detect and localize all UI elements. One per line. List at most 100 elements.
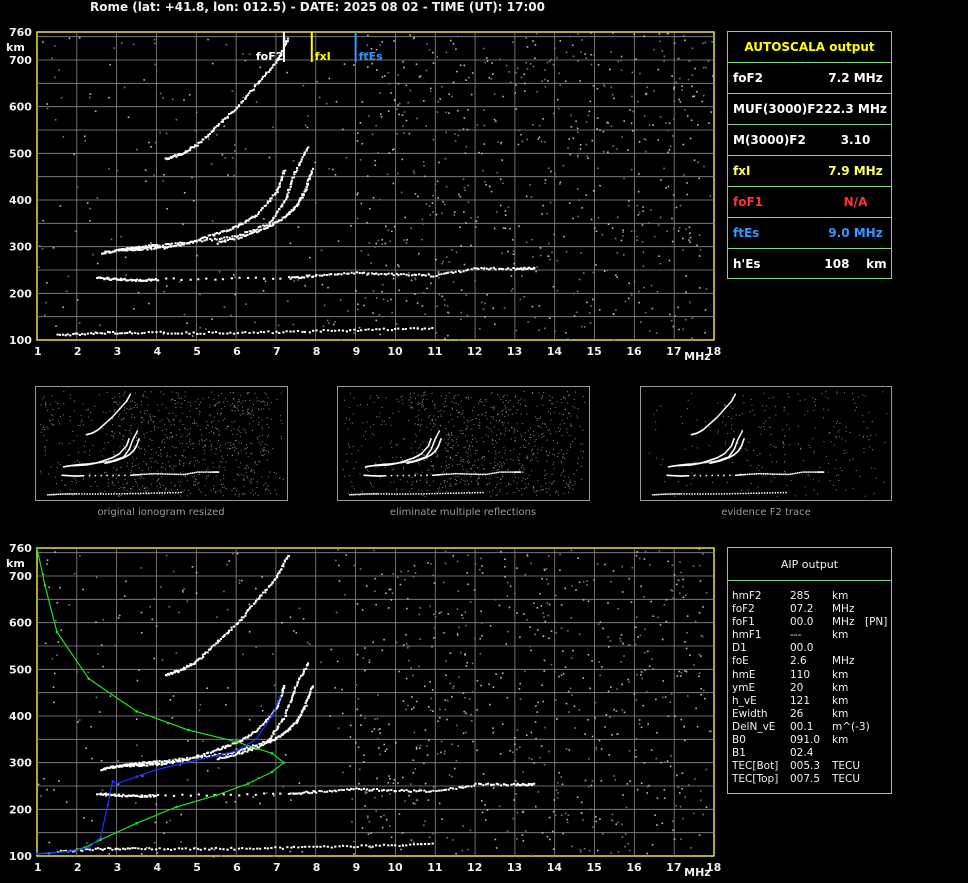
thumb-noise <box>171 424 173 426</box>
noise-dot <box>653 235 656 238</box>
trace-Es2 <box>444 788 447 791</box>
noise-dot <box>693 95 696 98</box>
thumbnail-original <box>35 386 288 501</box>
thumb-noise <box>189 443 191 445</box>
noise-dot <box>463 186 466 189</box>
trace-Es2 <box>490 784 493 787</box>
trace-Es2 <box>197 793 200 796</box>
noise-dot <box>117 760 119 762</box>
trace-Es <box>297 846 300 849</box>
trace-Es <box>126 847 129 850</box>
thumb-trace <box>168 473 171 475</box>
noise-dot <box>559 39 562 42</box>
trace-Es <box>92 333 95 336</box>
noise-dot <box>457 590 459 592</box>
noise-dot <box>239 222 241 224</box>
noise-dot <box>454 140 457 142</box>
trace-Es <box>319 845 322 848</box>
noise-dot <box>523 82 526 85</box>
trace-multiple <box>230 626 233 629</box>
trace-F1 <box>300 158 303 161</box>
noise-dot <box>159 92 162 95</box>
noise-dot <box>337 240 340 242</box>
thumb-trace <box>94 493 96 495</box>
noise-dot <box>575 589 577 591</box>
noise-dot <box>667 715 670 717</box>
noise-dot <box>386 173 389 176</box>
trace-F2x <box>303 707 306 710</box>
noise-dot <box>385 264 388 267</box>
noise-dot <box>600 748 603 750</box>
trace-Es2 <box>402 273 405 276</box>
noise-dot <box>644 628 646 631</box>
trace-F2o <box>249 734 252 737</box>
noise-dot <box>651 307 654 310</box>
trace-Es2 <box>442 789 445 792</box>
noise-dot <box>625 806 628 809</box>
thumb-noise <box>119 432 121 434</box>
noise-dot <box>297 226 300 228</box>
x-tick-label: 3 <box>114 861 122 874</box>
noise-dot <box>356 708 359 711</box>
noise-dot <box>601 833 604 835</box>
noise-dot <box>485 184 488 186</box>
noise-dot <box>521 834 524 836</box>
noise-dot <box>371 62 373 65</box>
noise-dot <box>651 844 654 846</box>
trace-Es <box>124 332 127 335</box>
trace-F1 <box>284 714 288 717</box>
noise-dot <box>481 169 484 172</box>
noise-dot <box>384 750 386 753</box>
noise-dot <box>686 182 688 184</box>
noise-dot <box>537 138 540 140</box>
noise-dot <box>412 772 415 774</box>
thumb-noise <box>352 446 354 448</box>
thumb-noise <box>220 489 222 491</box>
noise-dot <box>255 587 257 590</box>
noise-dot <box>702 606 704 608</box>
thumb-noise <box>85 409 87 411</box>
noise-dot <box>55 619 57 622</box>
thumb-noise <box>464 483 466 485</box>
autoscala-param-value: 9.0 MHz <box>828 226 883 240</box>
thumb-noise <box>233 450 235 452</box>
thumb-noise <box>179 484 181 486</box>
noise-dot <box>379 727 381 730</box>
noise-dot <box>425 203 428 205</box>
trace-Es2 <box>149 795 152 798</box>
noise-dot <box>621 709 624 711</box>
thumb-noise <box>221 455 223 457</box>
noise-dot <box>372 312 374 314</box>
thumb-trace <box>113 493 115 495</box>
thumb-noise <box>217 442 219 444</box>
noise-dot <box>277 324 280 327</box>
noise-dot <box>629 780 632 782</box>
trace-Es2 <box>272 792 275 795</box>
noise-dot <box>512 250 515 252</box>
noise-dot <box>565 51 568 54</box>
trace-F1 <box>258 742 261 745</box>
trace-Es <box>236 332 240 335</box>
thumb-noise <box>218 401 220 403</box>
noise-dot <box>359 568 362 570</box>
thumb-noise <box>259 460 261 462</box>
noise-dot <box>392 782 395 785</box>
noise-dot <box>610 125 613 128</box>
trace-Es2 <box>279 792 282 795</box>
autoscala-title: AUTOSCALA output <box>728 32 891 63</box>
noise-dot <box>481 635 483 637</box>
thumb-noise <box>124 478 126 480</box>
noise-dot <box>263 218 265 220</box>
trace-Es2 <box>214 278 217 281</box>
thumb-noise <box>210 391 212 393</box>
noise-dot <box>372 197 375 199</box>
noise-dot <box>515 108 518 110</box>
thumb-noise <box>129 400 131 402</box>
thumb-noise <box>446 405 448 407</box>
noise-dot <box>441 262 443 265</box>
noise-dot <box>356 217 359 220</box>
noise-dot <box>649 563 651 566</box>
trace-Es <box>248 331 251 334</box>
noise-dot <box>631 130 634 132</box>
trace-F2o <box>143 764 146 767</box>
